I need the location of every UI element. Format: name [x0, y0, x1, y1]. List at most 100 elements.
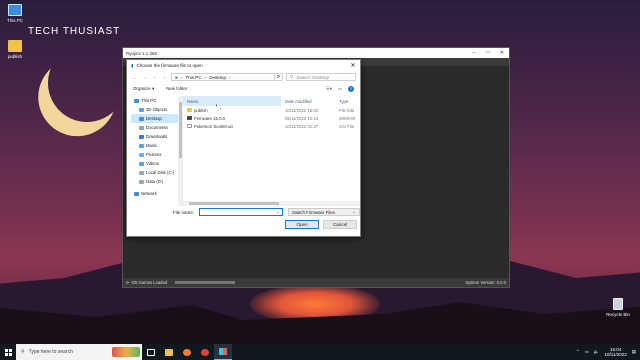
dialog-titlebar: ▮ Choose the firmware file to open ✕	[127, 60, 360, 71]
file-name-cell: Firmware 15.0.0	[183, 116, 281, 121]
taskbar-search-box[interactable]: ⚲ Type here to search	[16, 344, 142, 360]
search-input[interactable]: ⚲ Search Desktop	[286, 73, 356, 81]
open-button[interactable]: Open	[285, 220, 319, 229]
taskbar: ⚲ Type here to search ⌃ ▭ 🔈 15:04 10/11/…	[0, 344, 640, 360]
breadcrumb-this-pc[interactable]: This PC	[185, 75, 201, 80]
file-icon	[187, 124, 192, 129]
file-row[interactable]: Pokemon Scarlet.xci 10/11/2022 01:27 XCI F…	[183, 122, 360, 130]
file-name-cell: Pokemon Scarlet.xci	[183, 124, 281, 129]
nav-item-icon	[139, 161, 144, 166]
nav-item-icon	[139, 143, 144, 148]
task-view-icon[interactable]	[142, 344, 160, 360]
help-icon[interactable]: ?	[348, 85, 354, 92]
nav-item[interactable]: Videos	[131, 159, 182, 168]
desktop-icon-label: Recycle Bin	[606, 312, 630, 317]
minimize-button[interactable]: –	[467, 50, 481, 56]
nav-item-icon	[139, 107, 144, 112]
nav-item[interactable]: Local Disk (C:)	[131, 168, 182, 177]
nav-item[interactable]: Pictures	[131, 150, 182, 159]
search-icon: ⚲	[290, 74, 294, 79]
file-type-filter-value: Switch Firmware Files	[292, 209, 335, 215]
recycle-bin-icon	[613, 298, 623, 310]
nav-item[interactable]: Network	[131, 189, 182, 198]
desktop-icon-label: This PC	[6, 18, 23, 23]
nav-item-icon	[139, 116, 144, 121]
recent-locations-icon[interactable]: ⌄	[151, 74, 158, 80]
file-row[interactable]: Firmware 15.0.0 05/11/2022 10:24 WinRAR	[183, 114, 360, 122]
start-button[interactable]	[0, 344, 16, 360]
volume-icon[interactable]: 🔈	[594, 349, 600, 355]
column-header-type[interactable]: Type	[335, 96, 360, 106]
nav-item-label: Pictures	[146, 152, 162, 157]
refresh-icon[interactable]: ⟳	[126, 280, 130, 285]
close-button[interactable]: ✕	[495, 50, 509, 56]
up-arrow-icon[interactable]: ↑	[161, 75, 168, 80]
nav-item[interactable]: 3D Objects	[131, 105, 182, 114]
desktop-icon-publish[interactable]: publish	[0, 40, 30, 59]
nav-item-label: Downloads	[146, 134, 168, 139]
column-header-date[interactable]: Date modified	[281, 96, 335, 106]
maximize-button[interactable]: □	[481, 50, 495, 56]
desktop-icon-label: publish	[7, 54, 23, 59]
navigation-pane: This PC 3D Objects Desktop Documents Downloa…	[131, 96, 183, 206]
nav-item[interactable]: Desktop	[131, 114, 182, 123]
filename-input[interactable]: ⌄	[199, 208, 284, 216]
system-version-text: System Version: 0.0.0	[465, 280, 506, 285]
navigation-scrollbar[interactable]	[178, 96, 182, 206]
file-type-cell: File fold	[339, 107, 355, 113]
nav-item[interactable]: Downloads	[131, 132, 182, 141]
games-loaded-text: 0/0 Games Loaded	[131, 280, 168, 285]
forward-arrow-icon[interactable]: →	[141, 75, 148, 80]
back-arrow-icon[interactable]: ←	[131, 75, 138, 80]
scrollbar-thumb[interactable]	[178, 102, 182, 158]
clock-date: 10/11/2022	[604, 352, 627, 357]
file-name: Pokemon Scarlet.xci	[194, 123, 234, 129]
breadcrumb-desktop[interactable]: Desktop	[209, 75, 226, 80]
search-placeholder: Search Desktop	[296, 74, 330, 80]
preview-pane-icon[interactable]: ▭	[338, 86, 342, 92]
nav-item[interactable]: Data (D:)	[131, 177, 182, 186]
file-type-filter[interactable]: Switch Firmware Files ⌄	[288, 208, 361, 216]
chrome-icon[interactable]	[196, 344, 214, 360]
ryujinx-titlebar: Ryujinx 1.1.365 – □ ✕	[123, 48, 509, 58]
window-title: Ryujinx 1.1.365	[126, 50, 158, 56]
column-header-name[interactable]: Name	[183, 96, 281, 106]
windows-logo-icon	[4, 348, 12, 356]
firefox-icon[interactable]	[178, 344, 196, 360]
file-explorer-icon[interactable]	[160, 344, 178, 360]
notifications-icon[interactable]: ▤	[632, 349, 636, 355]
network-icon[interactable]: ▭	[585, 349, 589, 355]
dialog-toolbar: Organize ▾ New folder ☰▾ ▭ ?	[127, 83, 360, 94]
chevron-down-icon: ⌄	[352, 209, 357, 214]
filename-row: File name: ⌄ Switch Firmware Files ⌄	[173, 208, 361, 216]
nav-item-label: Music	[146, 143, 158, 148]
dialog-footer: File name: ⌄ Switch Firmware Files ⌄ Ope…	[127, 204, 361, 236]
taskbar-search-placeholder: Type here to search	[28, 349, 73, 355]
nav-item[interactable]: Documents	[131, 123, 182, 132]
file-name: publish	[194, 107, 208, 113]
filename-label: File name:	[173, 209, 195, 215]
organize-button[interactable]: Organize ▾	[133, 86, 154, 92]
folder-icon	[187, 108, 192, 113]
ryujinx-taskbar-icon[interactable]	[214, 344, 232, 360]
search-highlight-graphic	[112, 347, 140, 357]
nav-item-label: Videos	[146, 161, 160, 166]
file-list: Name Date modified Type publish 10/11/202…	[183, 96, 360, 206]
desktop-icon-this-pc[interactable]: This PC	[0, 4, 30, 23]
chevron-down-icon[interactable]: ⌄	[276, 209, 280, 215]
clock[interactable]: 15:04 10/11/2022	[605, 347, 627, 357]
view-options-icon[interactable]: ☰▾	[326, 86, 332, 92]
new-folder-button[interactable]: New folder	[166, 86, 187, 91]
nav-item-icon	[134, 191, 139, 196]
address-bar[interactable]: ■ › This PC › Desktop › ⟳	[171, 73, 283, 81]
nav-item[interactable]: Music	[131, 141, 182, 150]
cancel-button[interactable]: Cancel	[323, 220, 357, 229]
nav-item[interactable]: This PC	[131, 96, 182, 105]
desktop-icon-recycle-bin[interactable]: Recycle Bin	[603, 298, 633, 317]
file-row[interactable]: publish 10/11/2022 15:03 File fold	[183, 106, 360, 114]
chevron-up-icon[interactable]: ⌃	[576, 349, 580, 355]
loading-progress-bar	[175, 281, 236, 284]
close-icon[interactable]: ✕	[346, 62, 360, 69]
nav-item-label: Network	[141, 191, 157, 196]
refresh-icon[interactable]: ⟳	[274, 74, 282, 80]
